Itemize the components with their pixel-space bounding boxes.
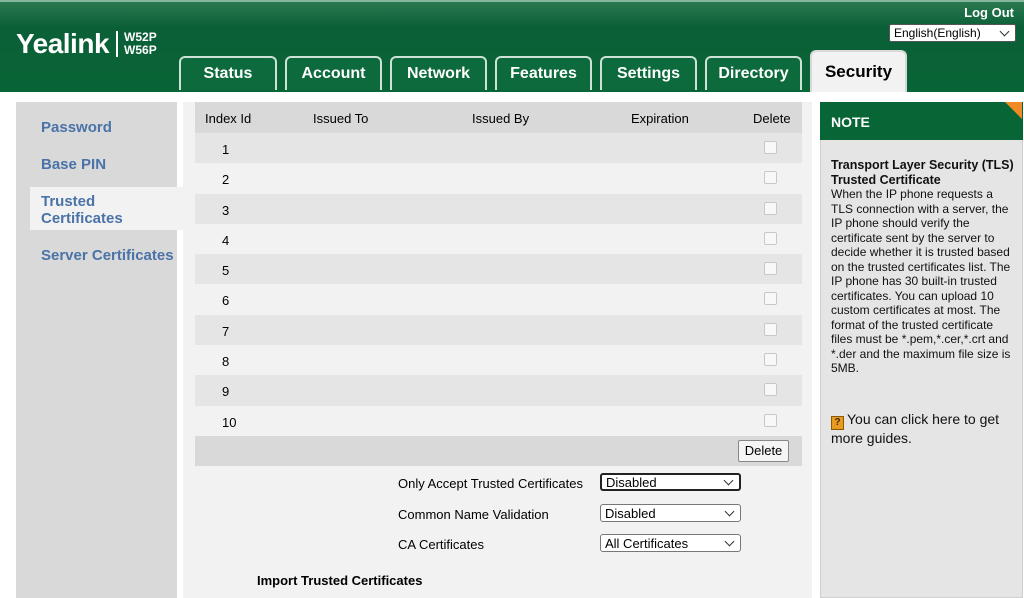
- delete-checkbox[interactable]: [764, 231, 777, 245]
- tab-directory[interactable]: Directory: [705, 56, 802, 90]
- table-row: 5: [195, 254, 802, 285]
- only-accept-trusted-select[interactable]: Disabled: [600, 473, 741, 491]
- common-name-validation-select[interactable]: Disabled: [600, 504, 741, 522]
- chevron-down-icon: [724, 506, 735, 516]
- delete-checkbox[interactable]: [764, 171, 777, 185]
- row-index: 6: [222, 293, 230, 309]
- chevron-down-icon: [724, 536, 735, 546]
- sidebar-item-base-pin[interactable]: Base PIN: [41, 156, 106, 173]
- tab-network[interactable]: Network: [390, 56, 487, 90]
- delete-checkbox[interactable]: [764, 292, 777, 306]
- row-index: 10: [222, 414, 237, 430]
- tab-status[interactable]: Status: [179, 56, 277, 90]
- tab-security[interactable]: Security: [810, 50, 907, 92]
- table-footer: Delete: [195, 435, 802, 466]
- row-index: 2: [222, 172, 230, 188]
- note-heading-trusted-certificate: Trusted Certificate: [831, 172, 941, 187]
- row-index: 5: [222, 263, 230, 279]
- model-w56p: W56P: [124, 43, 157, 57]
- header-highlight: [0, 0, 1024, 2]
- delete-checkbox[interactable]: [764, 353, 777, 367]
- sidebar-item-server-certificates[interactable]: Server Certificates: [41, 247, 174, 264]
- logo-divider: [116, 31, 119, 57]
- table-row: 8: [195, 345, 802, 376]
- model-names: W52P W56P: [124, 31, 157, 57]
- ca-certificates-value: All Certificates: [605, 535, 689, 551]
- table-row: 1: [195, 133, 802, 164]
- row-index: 9: [222, 384, 230, 400]
- help-book-icon: ?: [831, 416, 844, 430]
- delete-checkbox[interactable]: [764, 383, 777, 397]
- certificates-table: Index Id Issued To Issued By Expiration …: [195, 102, 802, 466]
- table-row: 3: [195, 193, 802, 224]
- only-accept-trusted-label: Only Accept Trusted Certificates: [398, 476, 583, 491]
- col-delete: Delete: [753, 111, 791, 126]
- chevron-down-icon: [723, 475, 734, 485]
- note-title: NOTE: [831, 114, 870, 130]
- sidebar: [16, 102, 177, 598]
- tab-features[interactable]: Features: [495, 56, 592, 90]
- ca-certificates-label: CA Certificates: [398, 537, 484, 552]
- note-heading-tls: Transport Layer Security (TLS): [831, 158, 1014, 172]
- common-name-validation-label: Common Name Validation: [398, 507, 549, 522]
- table-row: 9: [195, 375, 802, 406]
- yealink-logo: Yealink W52P W56P: [16, 28, 157, 60]
- language-value: English(English): [894, 26, 981, 40]
- tab-settings[interactable]: Settings: [600, 56, 697, 90]
- import-trusted-certificates-title: Import Trusted Certificates: [257, 573, 423, 588]
- delete-checkbox[interactable]: [764, 262, 777, 276]
- note-body: Transport Layer Security (TLS) Trusted C…: [831, 158, 1016, 376]
- note-corner-fold: [1005, 102, 1022, 119]
- table-row: 7: [195, 314, 802, 346]
- sidebar-item-password[interactable]: Password: [41, 119, 112, 136]
- table-header: Index Id Issued To Issued By Expiration …: [195, 102, 802, 133]
- language-select[interactable]: English(English): [889, 24, 1016, 42]
- table-row: 6: [195, 284, 802, 315]
- sidebar-item-trusted-certificates[interactable]: Trusted Certificates: [41, 193, 136, 227]
- delete-checkbox[interactable]: [764, 322, 777, 336]
- row-index: 3: [222, 202, 230, 218]
- ca-certificates-select[interactable]: All Certificates: [600, 534, 741, 552]
- guide-text: You can click here to get more guides.: [831, 411, 1000, 446]
- delete-checkbox[interactable]: [764, 201, 777, 215]
- row-index: 8: [222, 354, 230, 370]
- only-accept-trusted-value: Disabled: [606, 474, 657, 490]
- chevron-down-icon: [999, 26, 1010, 36]
- table-row: 4: [195, 223, 802, 255]
- col-expiration: Expiration: [631, 111, 689, 126]
- common-name-validation-value: Disabled: [605, 505, 656, 521]
- row-index: 4: [222, 232, 230, 248]
- table-row: 10: [195, 405, 802, 436]
- delete-button[interactable]: Delete: [738, 439, 789, 462]
- logout-link[interactable]: Log Out: [964, 5, 1014, 20]
- note-text: When the IP phone requests a TLS connect…: [831, 187, 1011, 375]
- model-w52p: W52P: [124, 30, 157, 44]
- guide-link[interactable]: ? You can click here to get more guides.: [831, 411, 1016, 447]
- brand-name: Yealink: [16, 28, 110, 59]
- delete-checkbox[interactable]: [764, 413, 777, 427]
- col-index-id: Index Id: [205, 111, 252, 126]
- col-issued-to: Issued To: [313, 111, 369, 126]
- row-index: 1: [222, 142, 230, 157]
- tab-account[interactable]: Account: [285, 56, 382, 90]
- table-row: 2: [195, 163, 802, 194]
- row-index: 7: [222, 323, 230, 339]
- col-issued-by: Issued By: [472, 111, 530, 126]
- delete-checkbox[interactable]: [764, 141, 777, 154]
